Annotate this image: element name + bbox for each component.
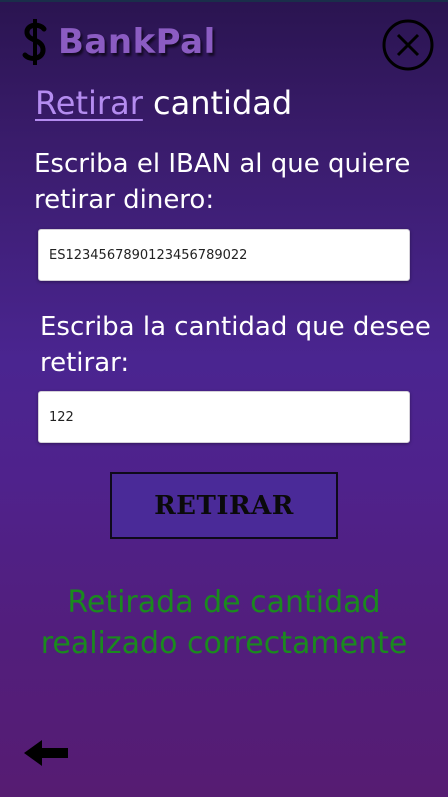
- title-rest: cantidad: [153, 84, 293, 122]
- withdraw-button[interactable]: RETIRAR: [110, 472, 338, 539]
- title-link[interactable]: Retirar: [35, 84, 143, 122]
- iban-label: Escriba el IBAN al que quiere retirar di…: [34, 149, 411, 215]
- dollar-sign-icon: [22, 19, 47, 65]
- success-message: Retirada de cantidad realizado correctam…: [40, 585, 408, 661]
- arrow-left-icon: [24, 740, 68, 766]
- iban-input[interactable]: [38, 229, 410, 281]
- page-title: Retirar cantidad: [35, 84, 292, 122]
- app-name: BankPal: [58, 22, 216, 62]
- amount-label: Escriba la cantidad que desee retirar:: [40, 312, 431, 378]
- top-border: [0, 0, 448, 2]
- amount-input[interactable]: [38, 391, 410, 443]
- close-circle-icon: [382, 19, 434, 71]
- close-button[interactable]: [381, 18, 435, 72]
- back-button[interactable]: [22, 738, 70, 768]
- app-logo: BankPal: [20, 14, 216, 70]
